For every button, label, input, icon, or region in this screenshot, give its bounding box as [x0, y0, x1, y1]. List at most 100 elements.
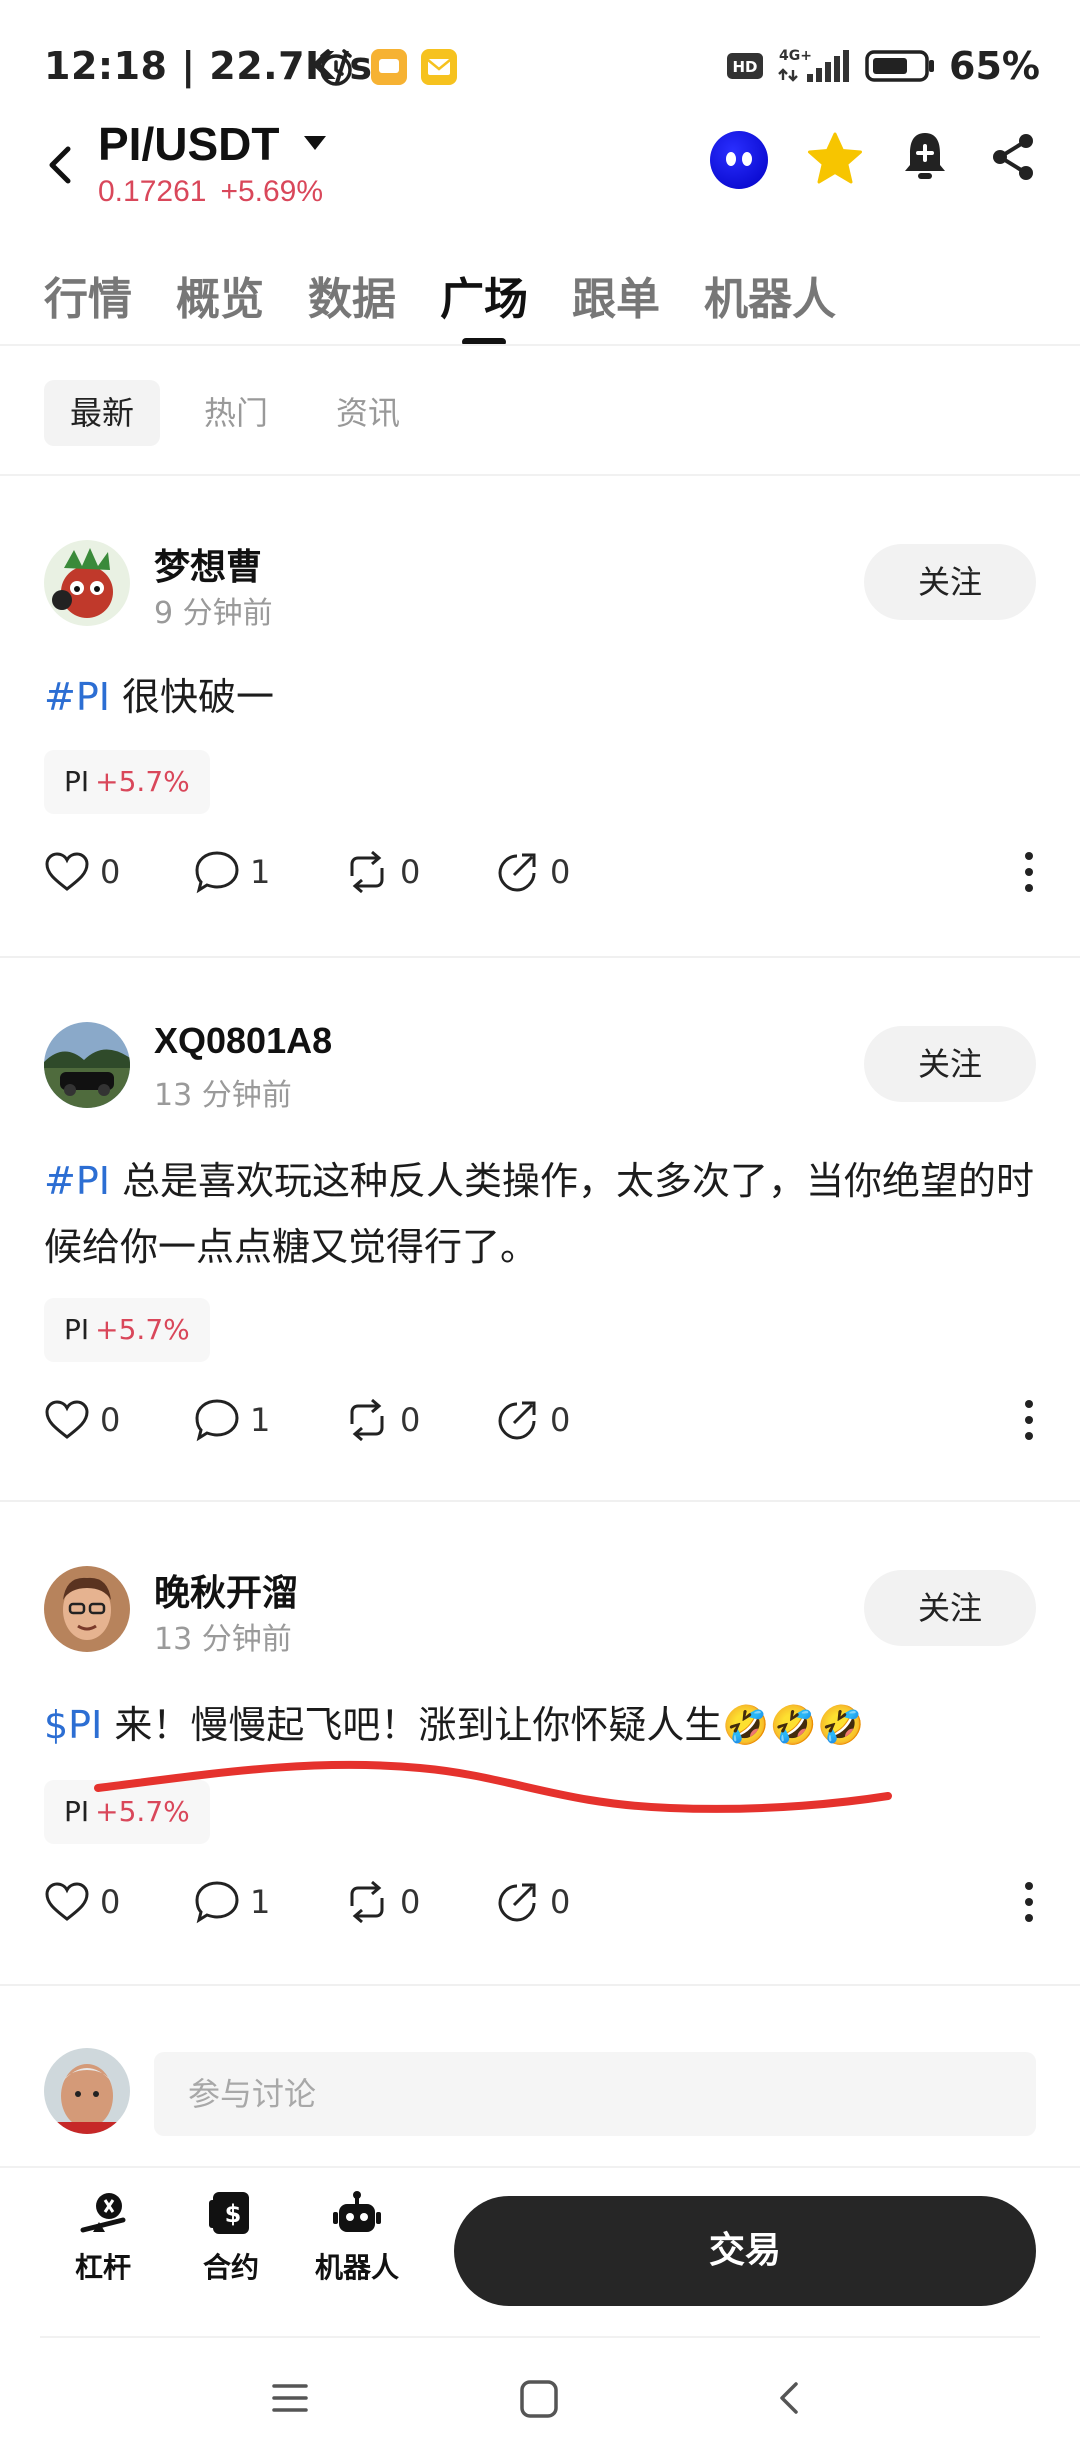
- mail-icon: [421, 49, 457, 85]
- ticker-chip[interactable]: PI +5.7%: [44, 750, 210, 814]
- menu-icon[interactable]: [270, 2378, 310, 2418]
- repost-button[interactable]: 0: [344, 1390, 420, 1450]
- signal-icon: 4G+: [778, 48, 850, 82]
- comment-count: 1: [250, 1401, 271, 1439]
- avatar[interactable]: [44, 1022, 130, 1108]
- toolbar-contract[interactable]: $ 合约: [176, 2190, 286, 2286]
- system-nav-bar: [0, 2340, 1080, 2460]
- share-count: 0: [550, 1401, 571, 1439]
- repost-count: 0: [400, 1883, 421, 1921]
- comment-icon: [195, 1399, 239, 1442]
- share-post-icon: [498, 1883, 536, 1922]
- follow-button[interactable]: 关注: [864, 544, 1036, 620]
- chevron-down-icon[interactable]: [302, 133, 328, 153]
- repost-button[interactable]: 0: [344, 1872, 420, 1932]
- post-actions: 0 1 0 0: [44, 842, 1044, 902]
- tab-data[interactable]: 数据: [308, 263, 396, 327]
- post-text[interactable]: #PI 很快破一: [44, 664, 1044, 730]
- comment-button[interactable]: 1: [194, 1390, 270, 1450]
- leverage-icon: [80, 2193, 126, 2233]
- tab-bar: 行情 概览 数据 广场 跟单 机器人: [0, 255, 1080, 346]
- more-icon[interactable]: [1014, 1878, 1044, 1926]
- pair-title[interactable]: PI/USDT: [98, 117, 279, 171]
- trade-button[interactable]: 交易: [454, 2196, 1036, 2306]
- back-icon[interactable]: [40, 135, 80, 195]
- svg-text:$: $: [225, 2200, 242, 2228]
- star-icon[interactable]: [806, 131, 864, 187]
- post-username[interactable]: 梦想曹: [154, 538, 262, 590]
- ticker-chip[interactable]: PI +5.7%: [44, 1298, 210, 1362]
- current-user-avatar[interactable]: [44, 2048, 130, 2134]
- like-button[interactable]: 0: [44, 1872, 120, 1932]
- svg-text:4G+: 4G+: [779, 48, 812, 64]
- share-post-button[interactable]: 0: [494, 842, 570, 902]
- comment-icon: [195, 851, 239, 894]
- like-button[interactable]: 0: [44, 842, 120, 902]
- mascot-icon[interactable]: [708, 129, 770, 191]
- comment-button[interactable]: 1: [194, 1872, 270, 1932]
- post-body: 来！慢慢起飞吧！涨到让你怀疑人生🤣🤣🤣: [102, 1703, 865, 1747]
- svg-text:HD: HD: [733, 58, 758, 76]
- follow-button[interactable]: 关注: [864, 1570, 1036, 1646]
- post-hashtag[interactable]: #PI: [44, 675, 110, 719]
- filter-hot[interactable]: 热门: [178, 380, 294, 446]
- more-icon[interactable]: [1014, 1396, 1044, 1444]
- avatar[interactable]: [44, 1566, 130, 1652]
- repost-icon: [350, 1398, 384, 1442]
- repost-button[interactable]: 0: [344, 842, 420, 902]
- ticker-symbol: PI: [64, 1313, 90, 1346]
- ticker-symbol: PI: [64, 1795, 90, 1828]
- comment-button[interactable]: 1: [194, 842, 270, 902]
- repost-icon: [350, 1880, 384, 1924]
- alarm-icon: [320, 49, 352, 86]
- bell-icon[interactable]: [900, 129, 950, 185]
- home-icon[interactable]: [518, 2378, 560, 2420]
- post-actions: 0 1 0 0: [44, 1390, 1044, 1450]
- red-underline-annotation: [94, 1760, 892, 1813]
- share-post-button[interactable]: 0: [494, 1390, 570, 1450]
- pair-header: PI/USDT 0.17261 +5.69%: [0, 105, 1080, 225]
- post-username[interactable]: 晚秋开溜: [154, 1564, 298, 1616]
- nav-back-icon[interactable]: [770, 2378, 810, 2418]
- tab-square[interactable]: 广场: [440, 263, 528, 327]
- heart-icon: [45, 852, 89, 891]
- ticker-change: +5.7%: [95, 1313, 190, 1346]
- share-post-icon: [498, 1401, 536, 1440]
- post-time: 13 分钟前: [154, 1622, 292, 1657]
- post-text[interactable]: #PI 总是喜欢玩这种反人类操作，太多次了，当你绝望的时候给你一点点糖又觉得行了…: [44, 1148, 1044, 1280]
- message-icon: [371, 49, 407, 85]
- comment-count: 1: [250, 1883, 271, 1921]
- divider: [40, 2336, 1040, 2338]
- tab-market[interactable]: 行情: [44, 263, 132, 327]
- share-post-button[interactable]: 0: [494, 1872, 570, 1932]
- tab-copy-trade[interactable]: 跟单: [572, 263, 660, 327]
- follow-button[interactable]: 关注: [864, 1026, 1036, 1102]
- filter-news[interactable]: 资讯: [310, 380, 426, 446]
- share-count: 0: [550, 853, 571, 891]
- like-count: 0: [100, 853, 121, 891]
- comment-input[interactable]: [154, 2052, 1036, 2136]
- toolbar-leverage[interactable]: 杠杆: [48, 2190, 158, 2286]
- divider: [0, 344, 1080, 346]
- more-icon[interactable]: [1014, 848, 1044, 896]
- filter-latest[interactable]: 最新: [44, 380, 161, 446]
- repost-count: 0: [400, 1401, 421, 1439]
- avatar[interactable]: [44, 540, 130, 626]
- robot-icon: [333, 2191, 381, 2232]
- toolbar-robot[interactable]: 机器人: [302, 2190, 412, 2286]
- post-body: 很快破一: [109, 675, 275, 719]
- repost-icon: [350, 850, 384, 894]
- toolbar-robot-label: 机器人: [314, 2251, 399, 2284]
- tab-overview[interactable]: 概览: [176, 263, 264, 327]
- post-username[interactable]: XQ0801A8: [154, 1020, 332, 1062]
- post-hashtag[interactable]: #PI: [44, 1159, 110, 1203]
- post-hashtag[interactable]: $PI: [44, 1703, 102, 1747]
- share-icon[interactable]: [988, 131, 1038, 183]
- price-change: +5.69%: [220, 175, 324, 208]
- tab-robot[interactable]: 机器人: [704, 263, 836, 327]
- hd-icon: HD: [727, 53, 764, 79]
- like-count: 0: [100, 1883, 121, 1921]
- like-button[interactable]: 0: [44, 1390, 120, 1450]
- battery-icon: [865, 50, 935, 82]
- battery-percent: 65%: [949, 44, 1040, 88]
